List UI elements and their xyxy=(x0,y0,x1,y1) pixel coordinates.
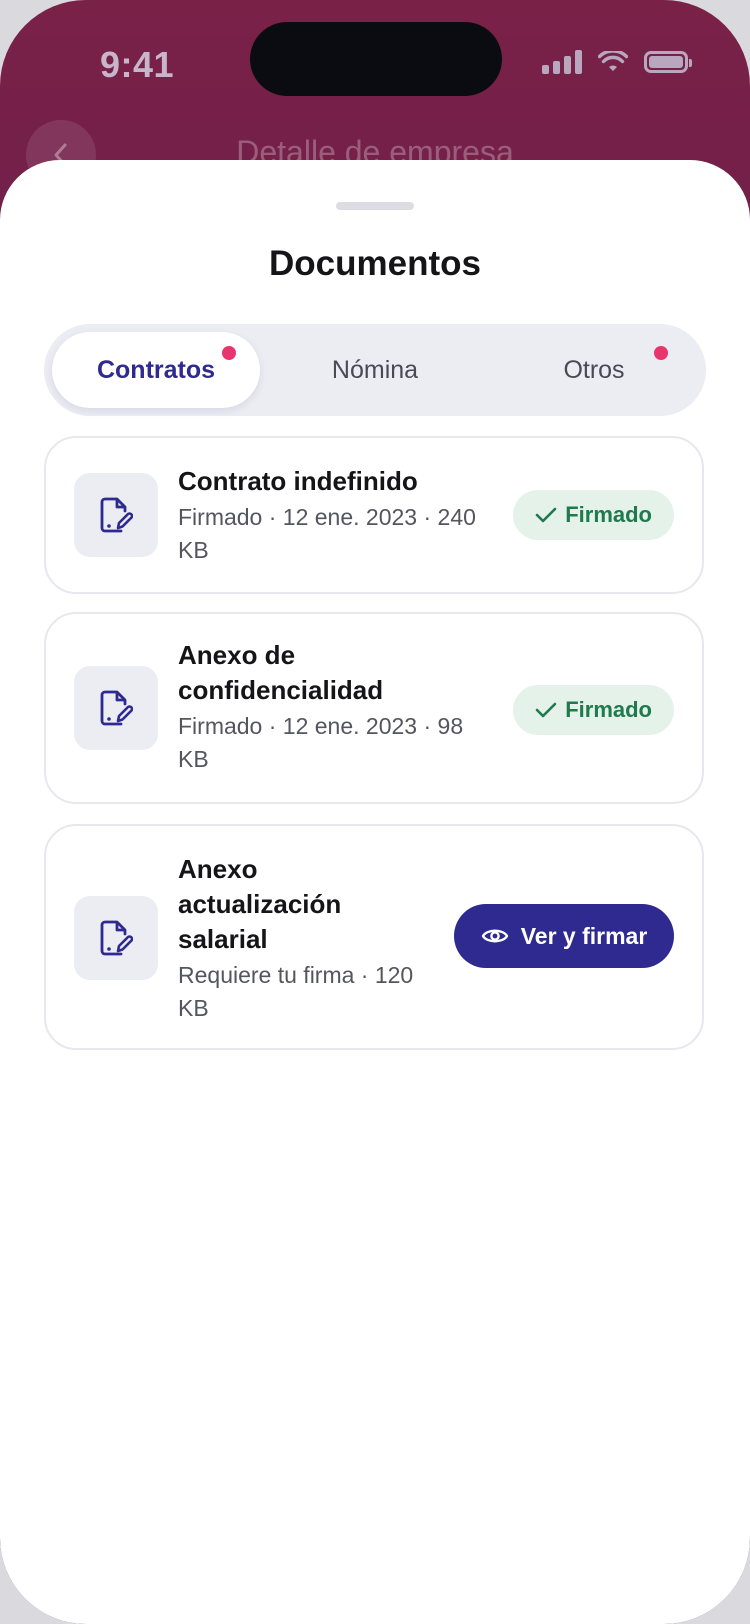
wifi-icon xyxy=(598,51,628,71)
phone-screen: 9:41 Detalle de empresa Documentos Contr… xyxy=(0,0,750,1624)
document-name-line: salarial xyxy=(178,924,268,954)
signed-badge-label: Firmado xyxy=(565,502,652,527)
document-icon-tile xyxy=(74,666,158,750)
document-meta: Firmado · 12 ene. 2023 · 98 KB xyxy=(178,710,463,776)
notification-dot xyxy=(222,346,236,360)
document-name-line: Anexo xyxy=(178,854,258,884)
signed-badge: Firmado xyxy=(513,490,674,540)
document-icon-tile xyxy=(74,896,158,980)
document-meta-line: Requiere tu firma · 120 xyxy=(178,962,414,988)
signed-badge: Firmado xyxy=(513,685,674,735)
document-tabs: Contratos Nómina Otros xyxy=(44,324,706,416)
notification-dot xyxy=(654,346,668,360)
document-meta: Requiere tu firma · 120 KB xyxy=(178,959,413,1025)
document-name-line: confidencialidad xyxy=(178,675,384,705)
document-meta-line: KB xyxy=(178,537,209,563)
document-meta-line: KB xyxy=(178,995,209,1021)
status-icons xyxy=(542,50,692,74)
document-sign-icon xyxy=(100,690,133,726)
tab-label: Otros xyxy=(563,355,625,384)
sheet-title: Documentos xyxy=(269,244,481,283)
document-info: Anexo actualización salarial Requiere tu… xyxy=(178,852,413,1025)
tab-label: Nómina xyxy=(331,355,419,384)
document-name: Anexo actualización salarial xyxy=(178,852,413,957)
document-name: Anexo de confidencialidad xyxy=(178,638,463,708)
status-bar: 9:41 xyxy=(0,0,750,140)
status-time: 9:41 xyxy=(100,44,175,85)
document-info: Contrato indefinido Firmado · 12 ene. 20… xyxy=(178,464,476,567)
view-and-sign-button[interactable]: Ver y firmar xyxy=(454,904,674,968)
check-icon xyxy=(535,507,557,523)
document-meta-line: Firmado · 12 ene. 2023 · 240 xyxy=(178,504,476,530)
document-meta: Firmado · 12 ene. 2023 · 240 KB xyxy=(178,501,476,567)
dynamic-island xyxy=(250,22,502,96)
tab-label: Contratos xyxy=(96,355,216,384)
tab-otros[interactable]: Otros xyxy=(490,332,698,408)
signed-badge-label: Firmado xyxy=(565,697,652,722)
sheet-grabber[interactable] xyxy=(336,202,414,210)
tab-nomina[interactable]: Nómina xyxy=(271,332,479,408)
document-sign-icon xyxy=(100,497,133,533)
cellular-signal-icon xyxy=(542,50,582,74)
document-meta-line: KB xyxy=(178,746,209,772)
battery-icon xyxy=(644,51,692,73)
eye-icon xyxy=(481,929,508,943)
document-card[interactable]: Anexo de confidencialidad Firmado · 12 e… xyxy=(44,612,704,804)
document-card[interactable]: Contrato indefinido Firmado · 12 ene. 20… xyxy=(44,436,704,594)
document-info: Anexo de confidencialidad Firmado · 12 e… xyxy=(178,638,463,776)
view-and-sign-label: Ver y firmar xyxy=(520,922,648,949)
document-icon-tile xyxy=(74,473,158,557)
document-name-line: actualización xyxy=(178,889,342,919)
document-sign-icon xyxy=(100,920,133,956)
tab-contratos[interactable]: Contratos xyxy=(52,332,260,408)
check-icon xyxy=(535,702,557,718)
document-name-line: Anexo de xyxy=(178,640,296,670)
documents-sheet: Documentos Contratos Nómina Otros Contra… xyxy=(0,160,750,1624)
document-meta-line: Firmado · 12 ene. 2023 · 98 xyxy=(178,713,464,739)
document-card[interactable]: Anexo actualización salarial Requiere tu… xyxy=(44,824,704,1050)
document-name: Contrato indefinido xyxy=(178,466,418,496)
